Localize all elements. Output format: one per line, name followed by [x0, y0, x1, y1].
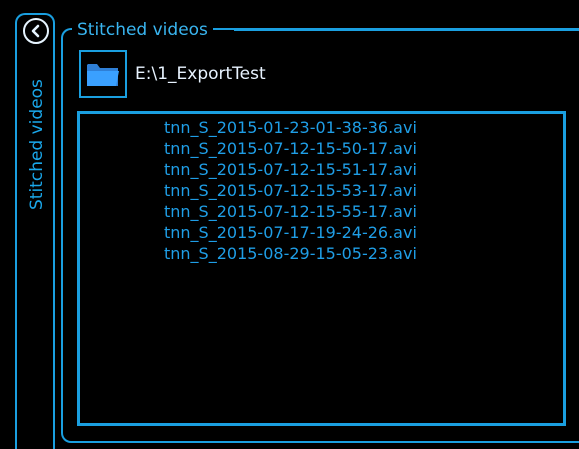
file-list-item[interactable]: tnn_S_2015-01-23-01-38-36.avi	[164, 117, 417, 138]
file-list-item[interactable]: tnn_S_2015-08-29-15-05-23.avi	[164, 243, 417, 264]
side-tab-label: Stitched videos	[27, 79, 47, 210]
back-button[interactable]	[23, 18, 49, 44]
browse-folder-button[interactable]	[79, 50, 127, 98]
export-path: E:\1_ExportTest	[135, 64, 266, 84]
file-list-items: tnn_S_2015-01-23-01-38-36.avi tnn_S_2015-…	[164, 117, 417, 264]
file-list-item[interactable]: tnn_S_2015-07-12-15-51-17.avi	[164, 159, 417, 180]
folder-icon	[87, 64, 119, 86]
file-list-item[interactable]: tnn_S_2015-07-12-15-53-17.avi	[164, 180, 417, 201]
group-title: Stitched videos	[72, 20, 213, 40]
group-title-divider	[234, 29, 579, 31]
file-list-item[interactable]: tnn_S_2015-07-17-19-24-26.avi	[164, 222, 417, 243]
file-list-item[interactable]: tnn_S_2015-07-12-15-50-17.avi	[164, 138, 417, 159]
chevron-left-icon	[31, 24, 40, 38]
file-list-item[interactable]: tnn_S_2015-07-12-15-55-17.avi	[164, 201, 417, 222]
file-list[interactable]: tnn_S_2015-01-23-01-38-36.avi tnn_S_2015-…	[77, 111, 566, 426]
